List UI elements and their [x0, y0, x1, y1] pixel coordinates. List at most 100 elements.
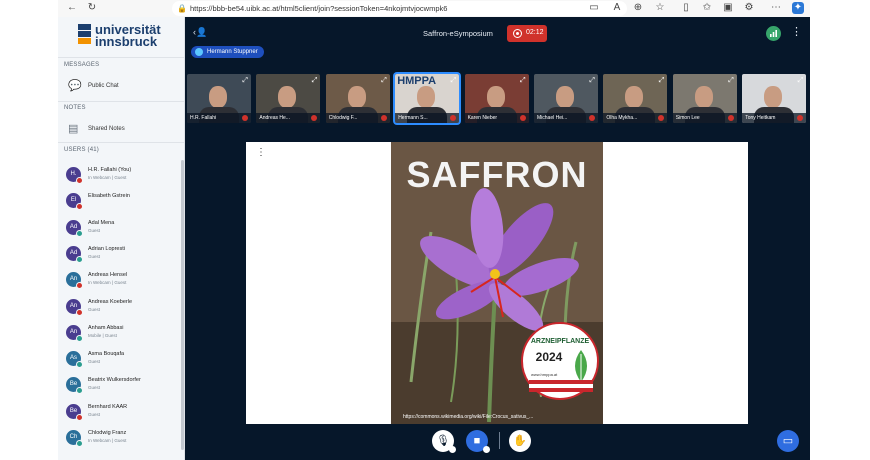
user-list-item[interactable]: Ch Chlodwig Franz In Webcam | Guest [66, 428, 178, 452]
status-icon [76, 177, 83, 184]
participant-face [556, 86, 574, 108]
user-name: Adal Mena [88, 219, 115, 226]
fullscreen-icon[interactable]: ⤢ [242, 77, 248, 84]
fullscreen-icon[interactable]: ⤢ [798, 77, 804, 84]
badge-top-text: ARZNEIPFLANZE [530, 338, 590, 345]
presenter-pill: Hermann Stuppner [191, 46, 264, 58]
status-icon [76, 334, 83, 342]
webcam-tile[interactable]: ⤢ Chlodwig F... [325, 74, 390, 123]
options-menu-icon[interactable]: ⋮ [791, 25, 802, 40]
user-list-item[interactable]: H. H.R. Fallahi (You) In Webcam | Guest [66, 165, 178, 189]
public-chat-item[interactable]: 💬 Public Chat [64, 79, 179, 95]
more-menu-icon[interactable]: ⋯ [770, 2, 782, 14]
webcam-tile[interactable]: ⤢ Michael Hei... [534, 74, 598, 123]
chat-icon: 💬 [68, 80, 82, 92]
participant-face [417, 86, 436, 108]
badge-site: www.hmppa.at [531, 372, 558, 377]
user-status: In Webcam | Guest [88, 438, 127, 443]
user-status: Guest [88, 253, 101, 259]
user-status: Guest [88, 227, 101, 233]
participant-face [278, 86, 297, 108]
user-status: In Webcam | Guest [88, 280, 127, 286]
audio-options-icon[interactable] [449, 446, 456, 453]
monitor-icon: ▭ [782, 435, 794, 447]
back-arrow-icon[interactable]: ← [66, 2, 78, 14]
camera-options-icon[interactable] [483, 446, 490, 453]
connection-status-icon[interactable] [766, 26, 781, 41]
user-name: Asma Bouqafa [88, 351, 125, 358]
webcam-tile[interactable]: ⤢ H.R. Fallahi [187, 74, 251, 123]
raise-hand-button[interactable]: ✋ [509, 430, 531, 452]
user-list-scrollbar[interactable] [181, 160, 184, 450]
divider [58, 142, 184, 143]
status-icon [76, 203, 83, 211]
fullscreen-icon[interactable]: ⤢ [312, 77, 318, 84]
mic-muted-icon [519, 115, 526, 121]
webcam-name: H.R. Fallahi [190, 115, 217, 121]
address-bar[interactable]: 🔒 https://bbb-be54.uibk.ac.at/html5clien… [172, 1, 627, 16]
webcam-tile[interactable]: ⤢ Andreas He... [256, 74, 321, 123]
camera-button[interactable]: ■ [466, 430, 490, 453]
user-name: H.R. Fallahi (You) [88, 167, 132, 173]
notes-header: NOTES [64, 105, 86, 111]
divider [58, 101, 184, 102]
screen-share-button[interactable]: ▭ [777, 430, 799, 452]
sidebar: universität innsbruck MESSAGES 💬 Public … [58, 17, 185, 460]
extensions-icon[interactable]: ⚙ [743, 2, 755, 14]
webcam-name: Olha Mykha... [606, 115, 638, 121]
fullscreen-icon[interactable]: ⤢ [451, 77, 457, 84]
fullscreen-icon[interactable]: ⤢ [589, 77, 595, 84]
split-screen-icon[interactable]: ▯ [680, 2, 692, 14]
webcam-tile[interactable]: HMPPA ⤢ Hermann S... [395, 74, 460, 123]
user-list-item[interactable]: An Andreas Hensel In Webcam | Guest [66, 270, 178, 294]
status-icon [76, 308, 83, 316]
user-status: Guest [88, 385, 101, 391]
fullscreen-icon[interactable]: ⤢ [520, 77, 526, 84]
user-list-item[interactable]: Ad Adrian Lopresti Guest [66, 244, 178, 268]
refresh-icon[interactable]: ↻ [86, 2, 98, 14]
user-list-item[interactable]: Be Beatrix Wulkersdorfer Guest [66, 375, 178, 399]
saffron-slide: SAFFRON ARZNEIPFLANZE 2024 www.hmppa.at … [391, 142, 603, 424]
webcam-caption: Karen Nieber [464, 113, 529, 123]
recording-button[interactable]: 02:12 [507, 25, 547, 42]
user-name: Beatrix Wulkersdorfer [88, 377, 141, 384]
webcam-name: Andreas He... [259, 115, 290, 121]
user-list-toggle-icon[interactable]: ‹👤 [193, 27, 207, 38]
read-aloud-icon[interactable]: A [611, 2, 623, 14]
webcam-tile[interactable]: ⤢ Tony Heitkam [742, 74, 807, 123]
public-chat-label: Public Chat [88, 83, 119, 89]
fullscreen-icon[interactable]: ⤢ [659, 77, 665, 84]
user-name: Adrian Lopresti [88, 245, 125, 252]
webcam-tile[interactable]: ⤢ Karen Nieber [464, 74, 529, 123]
fullscreen-icon[interactable]: ⤢ [728, 77, 734, 84]
webcam-tile[interactable]: ⤢ Olha Mykha... [603, 74, 668, 123]
shared-notes-item[interactable]: ▤ Shared Notes [64, 122, 179, 138]
microphone-button[interactable]: 🎙 [432, 430, 456, 453]
user-list-item[interactable]: El Elisabeth Gstrein [66, 191, 178, 215]
participant-face [694, 86, 713, 108]
user-list-item[interactable]: An Andreas Koeberle Guest [66, 297, 178, 321]
user-list-item[interactable]: As Asma Bouqafa Guest [66, 349, 178, 373]
zoom-icon[interactable]: ⊕ [632, 2, 644, 14]
status-icon [76, 229, 83, 237]
user-list-item[interactable]: An Anham Abbasi Mobile | Guest [66, 323, 178, 347]
favorite-star-icon[interactable]: ☆ [654, 2, 666, 14]
fullscreen-icon[interactable]: ⤢ [381, 77, 387, 84]
mic-muted-icon [380, 115, 387, 121]
presentation-options-icon[interactable]: ⋮ [256, 147, 266, 158]
user-list-item[interactable]: Ad Adal Mena Guest [66, 218, 178, 242]
webcam-tile[interactable]: ⤢ Simon Lee [672, 74, 737, 123]
collections-icon[interactable]: ▣ [722, 2, 734, 14]
favorites-icon[interactable]: ✩ [701, 2, 713, 14]
notes-icon: ▤ [68, 123, 79, 135]
user-name: Andreas Koeberle [88, 298, 133, 305]
url-text: https://bbb-be54.uibk.ac.at/html5client/… [190, 4, 448, 13]
user-list-item[interactable]: Be Bernhard KAAR Guest [66, 402, 178, 426]
copilot-icon[interactable]: ✦ [792, 2, 804, 14]
university-logo-mark [78, 24, 91, 44]
user-name: Chlodwig Franz [88, 430, 127, 436]
status-icon [76, 387, 83, 395]
camera-icon[interactable]: ▭ [588, 2, 600, 14]
status-icon [76, 440, 83, 447]
lock-icon: 🔒 [177, 4, 187, 13]
